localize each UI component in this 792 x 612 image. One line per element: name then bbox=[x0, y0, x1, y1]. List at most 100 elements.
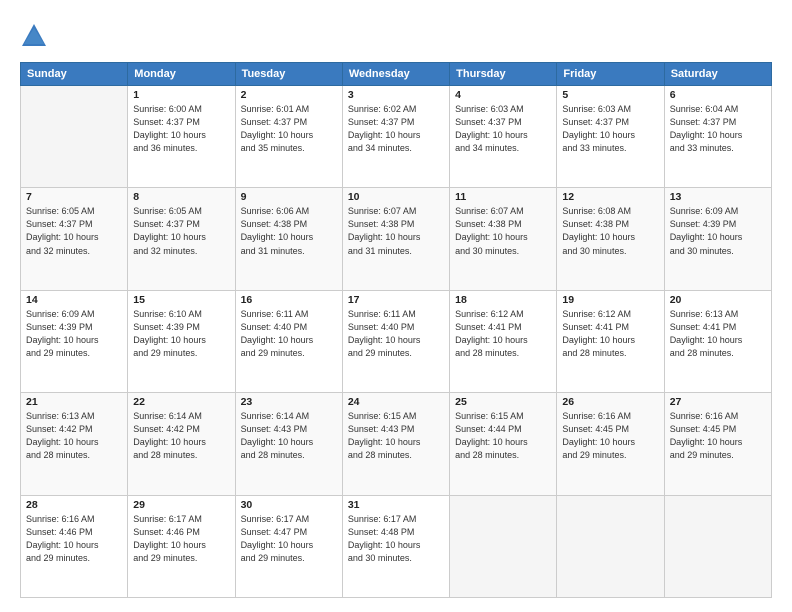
day-info: Sunrise: 6:09 AMSunset: 4:39 PMDaylight:… bbox=[26, 308, 122, 360]
day-info: Sunrise: 6:13 AMSunset: 4:41 PMDaylight:… bbox=[670, 308, 766, 360]
calendar-header-friday: Friday bbox=[557, 63, 664, 86]
day-number: 10 bbox=[348, 191, 444, 203]
day-number: 26 bbox=[562, 396, 658, 408]
day-info: Sunrise: 6:03 AMSunset: 4:37 PMDaylight:… bbox=[455, 103, 551, 155]
day-number: 31 bbox=[348, 499, 444, 511]
calendar-cell: 6 Sunrise: 6:04 AMSunset: 4:37 PMDaylight… bbox=[664, 86, 771, 188]
day-number: 17 bbox=[348, 294, 444, 306]
calendar-week-5: 28 Sunrise: 6:16 AMSunset: 4:46 PMDayligh… bbox=[21, 495, 772, 597]
calendar-week-4: 21Sunrise: 6:13 AMSunset: 4:42 PMDayligh… bbox=[21, 393, 772, 495]
day-number: 30 bbox=[241, 499, 337, 511]
calendar-week-2: 7 Sunrise: 6:05 AMSunset: 4:37 PMDaylight… bbox=[21, 188, 772, 290]
day-info: Sunrise: 6:07 AMSunset: 4:38 PMDaylight:… bbox=[455, 205, 551, 257]
day-number: 7 bbox=[26, 191, 122, 203]
calendar-header-row: SundayMondayTuesdayWednesdayThursdayFrid… bbox=[21, 63, 772, 86]
header bbox=[20, 18, 772, 50]
day-number: 19 bbox=[562, 294, 658, 306]
day-info: Sunrise: 6:05 AMSunset: 4:37 PMDaylight:… bbox=[133, 205, 229, 257]
calendar-cell: 25Sunrise: 6:15 AMSunset: 4:44 PMDayligh… bbox=[450, 393, 557, 495]
day-number: 20 bbox=[670, 294, 766, 306]
calendar-header-monday: Monday bbox=[128, 63, 235, 86]
day-number: 25 bbox=[455, 396, 551, 408]
calendar-cell: 14 Sunrise: 6:09 AMSunset: 4:39 PMDayligh… bbox=[21, 290, 128, 392]
day-number: 14 bbox=[26, 294, 122, 306]
calendar-cell: 7 Sunrise: 6:05 AMSunset: 4:37 PMDaylight… bbox=[21, 188, 128, 290]
day-number: 28 bbox=[26, 499, 122, 511]
day-number: 15 bbox=[133, 294, 229, 306]
calendar-cell: 17 Sunrise: 6:11 AMSunset: 4:40 PMDayligh… bbox=[342, 290, 449, 392]
day-number: 18 bbox=[455, 294, 551, 306]
calendar-cell: 8Sunrise: 6:05 AMSunset: 4:37 PMDaylight… bbox=[128, 188, 235, 290]
calendar-cell: 4Sunrise: 6:03 AMSunset: 4:37 PMDaylight… bbox=[450, 86, 557, 188]
day-info: Sunrise: 6:09 AMSunset: 4:39 PMDaylight:… bbox=[670, 205, 766, 257]
day-number: 13 bbox=[670, 191, 766, 203]
day-info: Sunrise: 6:05 AMSunset: 4:37 PMDaylight:… bbox=[26, 205, 122, 257]
calendar-week-1: 1Sunrise: 6:00 AMSunset: 4:37 PMDaylight… bbox=[21, 86, 772, 188]
calendar-cell: 20 Sunrise: 6:13 AMSunset: 4:41 PMDayligh… bbox=[664, 290, 771, 392]
logo bbox=[20, 22, 52, 50]
day-info: Sunrise: 6:04 AMSunset: 4:37 PMDaylight:… bbox=[670, 103, 766, 155]
calendar-cell: 22 Sunrise: 6:14 AMSunset: 4:42 PMDayligh… bbox=[128, 393, 235, 495]
day-number: 27 bbox=[670, 396, 766, 408]
day-info: Sunrise: 6:01 AMSunset: 4:37 PMDaylight:… bbox=[241, 103, 337, 155]
calendar-cell: 23 Sunrise: 6:14 AMSunset: 4:43 PMDayligh… bbox=[235, 393, 342, 495]
day-number: 22 bbox=[133, 396, 229, 408]
calendar-cell: 16 Sunrise: 6:11 AMSunset: 4:40 PMDayligh… bbox=[235, 290, 342, 392]
calendar-week-3: 14 Sunrise: 6:09 AMSunset: 4:39 PMDayligh… bbox=[21, 290, 772, 392]
calendar-cell: 18Sunrise: 6:12 AMSunset: 4:41 PMDayligh… bbox=[450, 290, 557, 392]
day-number: 16 bbox=[241, 294, 337, 306]
day-info: Sunrise: 6:12 AMSunset: 4:41 PMDaylight:… bbox=[562, 308, 658, 360]
day-info: Sunrise: 6:11 AMSunset: 4:40 PMDaylight:… bbox=[348, 308, 444, 360]
calendar-header-wednesday: Wednesday bbox=[342, 63, 449, 86]
calendar-cell: 5Sunrise: 6:03 AMSunset: 4:37 PMDaylight… bbox=[557, 86, 664, 188]
calendar-cell: 13 Sunrise: 6:09 AMSunset: 4:39 PMDayligh… bbox=[664, 188, 771, 290]
day-info: Sunrise: 6:07 AMSunset: 4:38 PMDaylight:… bbox=[348, 205, 444, 257]
day-info: Sunrise: 6:15 AMSunset: 4:43 PMDaylight:… bbox=[348, 410, 444, 462]
calendar-header-thursday: Thursday bbox=[450, 63, 557, 86]
day-number: 5 bbox=[562, 89, 658, 101]
day-info: Sunrise: 6:14 AMSunset: 4:42 PMDaylight:… bbox=[133, 410, 229, 462]
day-info: Sunrise: 6:16 AMSunset: 4:45 PMDaylight:… bbox=[562, 410, 658, 462]
calendar-cell: 3 Sunrise: 6:02 AMSunset: 4:37 PMDaylight… bbox=[342, 86, 449, 188]
day-number: 12 bbox=[562, 191, 658, 203]
day-info: Sunrise: 6:13 AMSunset: 4:42 PMDaylight:… bbox=[26, 410, 122, 462]
calendar-header-sunday: Sunday bbox=[21, 63, 128, 86]
calendar-cell: 21Sunrise: 6:13 AMSunset: 4:42 PMDayligh… bbox=[21, 393, 128, 495]
calendar-header-tuesday: Tuesday bbox=[235, 63, 342, 86]
day-info: Sunrise: 6:16 AMSunset: 4:46 PMDaylight:… bbox=[26, 513, 122, 565]
day-info: Sunrise: 6:00 AMSunset: 4:37 PMDaylight:… bbox=[133, 103, 229, 155]
calendar-cell: 31Sunrise: 6:17 AMSunset: 4:48 PMDayligh… bbox=[342, 495, 449, 597]
day-info: Sunrise: 6:14 AMSunset: 4:43 PMDaylight:… bbox=[241, 410, 337, 462]
calendar-cell bbox=[557, 495, 664, 597]
day-number: 23 bbox=[241, 396, 337, 408]
day-number: 2 bbox=[241, 89, 337, 101]
day-number: 24 bbox=[348, 396, 444, 408]
calendar-cell: 15 Sunrise: 6:10 AMSunset: 4:39 PMDayligh… bbox=[128, 290, 235, 392]
calendar-cell bbox=[450, 495, 557, 597]
logo-icon bbox=[20, 22, 48, 50]
calendar-cell: 12 Sunrise: 6:08 AMSunset: 4:38 PMDayligh… bbox=[557, 188, 664, 290]
calendar-cell: 10 Sunrise: 6:07 AMSunset: 4:38 PMDayligh… bbox=[342, 188, 449, 290]
day-number: 6 bbox=[670, 89, 766, 101]
calendar-cell: 2 Sunrise: 6:01 AMSunset: 4:37 PMDaylight… bbox=[235, 86, 342, 188]
calendar-cell: 1Sunrise: 6:00 AMSunset: 4:37 PMDaylight… bbox=[128, 86, 235, 188]
day-info: Sunrise: 6:02 AMSunset: 4:37 PMDaylight:… bbox=[348, 103, 444, 155]
calendar-table: SundayMondayTuesdayWednesdayThursdayFrid… bbox=[20, 62, 772, 598]
calendar-cell: 26 Sunrise: 6:16 AMSunset: 4:45 PMDayligh… bbox=[557, 393, 664, 495]
day-info: Sunrise: 6:11 AMSunset: 4:40 PMDaylight:… bbox=[241, 308, 337, 360]
calendar-cell bbox=[664, 495, 771, 597]
day-info: Sunrise: 6:08 AMSunset: 4:38 PMDaylight:… bbox=[562, 205, 658, 257]
day-number: 29 bbox=[133, 499, 229, 511]
day-number: 3 bbox=[348, 89, 444, 101]
calendar-cell bbox=[21, 86, 128, 188]
page: SundayMondayTuesdayWednesdayThursdayFrid… bbox=[0, 0, 792, 612]
day-number: 9 bbox=[241, 191, 337, 203]
calendar-cell: 9 Sunrise: 6:06 AMSunset: 4:38 PMDaylight… bbox=[235, 188, 342, 290]
calendar-cell: 29Sunrise: 6:17 AMSunset: 4:46 PMDayligh… bbox=[128, 495, 235, 597]
calendar-cell: 11 Sunrise: 6:07 AMSunset: 4:38 PMDayligh… bbox=[450, 188, 557, 290]
day-info: Sunrise: 6:06 AMSunset: 4:38 PMDaylight:… bbox=[241, 205, 337, 257]
calendar-cell: 27 Sunrise: 6:16 AMSunset: 4:45 PMDayligh… bbox=[664, 393, 771, 495]
day-info: Sunrise: 6:16 AMSunset: 4:45 PMDaylight:… bbox=[670, 410, 766, 462]
day-info: Sunrise: 6:10 AMSunset: 4:39 PMDaylight:… bbox=[133, 308, 229, 360]
day-number: 11 bbox=[455, 191, 551, 203]
